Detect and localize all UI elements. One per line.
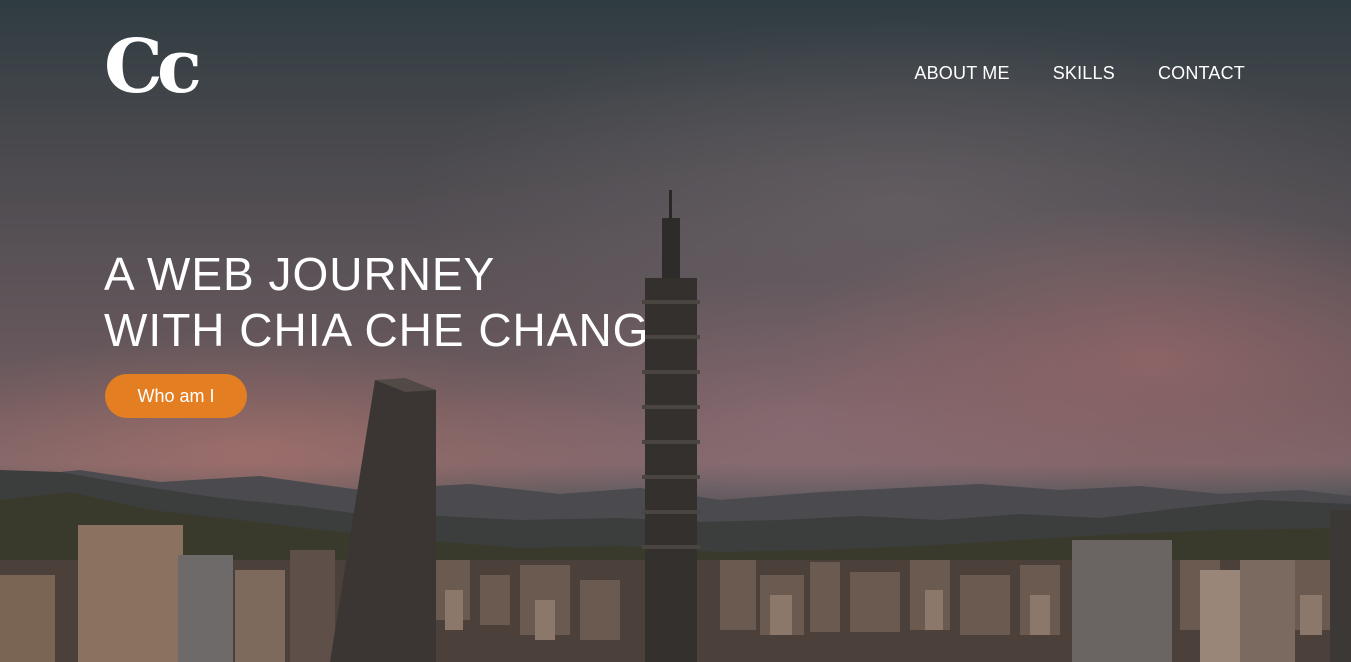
logo-text: Cc: [104, 24, 202, 110]
top-navigation-bar: Cc ABOUT ME SKILLS CONTACT: [0, 0, 1351, 140]
nav-link-skills[interactable]: SKILLS: [1053, 62, 1115, 84]
hero-headline: A WEB JOURNEY WITH CHIA CHE CHANG: [104, 246, 649, 358]
who-am-i-button[interactable]: Who am I: [105, 374, 247, 418]
main-nav: ABOUT ME SKILLS CONTACT: [914, 62, 1245, 84]
nav-link-contact[interactable]: CONTACT: [1158, 62, 1245, 84]
hero-headline-line-2: WITH CHIA CHE CHANG: [104, 304, 650, 356]
nav-link-about-me[interactable]: ABOUT ME: [914, 62, 1009, 84]
hero-headline-line-1: A WEB JOURNEY: [104, 248, 496, 300]
site-logo[interactable]: Cc: [104, 30, 228, 104]
hero-section: Cc ABOUT ME SKILLS CONTACT A WEB JOURNEY…: [0, 0, 1351, 662]
